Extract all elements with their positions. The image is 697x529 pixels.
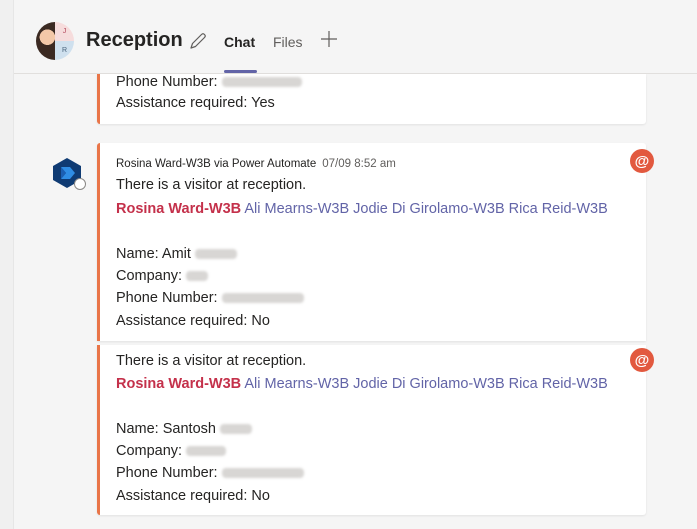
name-line: Name: Santosh — [116, 421, 252, 437]
phone-number-line: Phone Number: — [116, 74, 302, 90]
message-card[interactable]: Rosina Ward-W3B via Power Automate 07/09 … — [97, 143, 654, 341]
redacted-value — [186, 446, 227, 457]
avatar-photo — [36, 22, 55, 60]
redacted-value — [219, 424, 252, 435]
chat-title: Reception — [86, 29, 183, 51]
assistance-line: Assistance required: Yes — [116, 95, 275, 111]
company-line: Company: — [116, 268, 209, 284]
mentions-line: Rosina Ward-W3B Ali Mearns-W3B Jodie Di … — [116, 201, 608, 217]
name-label: Name: Santosh — [116, 421, 216, 437]
phone-label: Phone Number: — [116, 290, 218, 306]
mentions-line: Rosina Ward-W3B Ali Mearns-W3B Jodie Di … — [116, 376, 608, 392]
redacted-value — [221, 77, 302, 88]
phone-label: Phone Number: — [116, 465, 218, 481]
message-card[interactable]: There is a visitor at reception. Rosina … — [97, 345, 654, 515]
name-line: Name: Amit — [116, 246, 237, 262]
assistance-line: Assistance required: No — [116, 488, 270, 504]
tab-files[interactable]: Files — [273, 34, 303, 50]
timestamp: 07/09 8:52 am — [322, 158, 396, 170]
app-rail-edge — [0, 0, 14, 529]
redacted-value — [194, 249, 237, 260]
company-label: Company: — [116, 443, 183, 459]
mention-badge-icon: @ — [630, 348, 654, 372]
active-tab-indicator — [224, 70, 257, 73]
presence-status-icon — [74, 178, 86, 190]
mentions-others[interactable]: Ali Mearns-W3B Jodie Di Girolamo-W3B Ric… — [244, 201, 607, 217]
visitor-intro: There is a visitor at reception. — [116, 353, 307, 369]
mention-self[interactable]: Rosina Ward-W3B — [116, 376, 241, 392]
redacted-value — [221, 293, 304, 304]
redacted-value — [186, 271, 209, 282]
phone-label: Phone Number: — [116, 74, 218, 90]
phone-number-line: Phone Number: — [116, 290, 304, 306]
visitor-intro: There is a visitor at reception. — [116, 177, 307, 193]
avatar-initial-j: J — [55, 22, 74, 41]
channel-header: J R Reception Chat Files — [14, 0, 697, 74]
redacted-value — [221, 468, 304, 479]
mentions-others[interactable]: Ali Mearns-W3B Jodie Di Girolamo-W3B Ric… — [244, 376, 607, 392]
avatar-initial-r: R — [55, 41, 74, 60]
phone-number-line: Phone Number: — [116, 465, 304, 481]
plus-icon[interactable] — [320, 30, 338, 48]
mention-badge-icon: @ — [630, 149, 654, 173]
group-avatar[interactable]: J R — [36, 22, 74, 60]
tab-chat[interactable]: Chat — [224, 34, 255, 50]
sender-name: Rosina Ward-W3B via Power Automate — [116, 158, 317, 170]
assistance-line: Assistance required: No — [116, 313, 270, 329]
mention-self[interactable]: Rosina Ward-W3B — [116, 201, 241, 217]
message-meta: Rosina Ward-W3B via Power Automate 07/09 … — [116, 158, 396, 170]
pencil-icon[interactable] — [188, 31, 208, 51]
company-line: Company: — [116, 443, 227, 459]
name-label: Name: Amit — [116, 246, 191, 262]
message-card[interactable]: Phone Number: Assistance required: Yes — [97, 74, 646, 124]
company-label: Company: — [116, 268, 183, 284]
